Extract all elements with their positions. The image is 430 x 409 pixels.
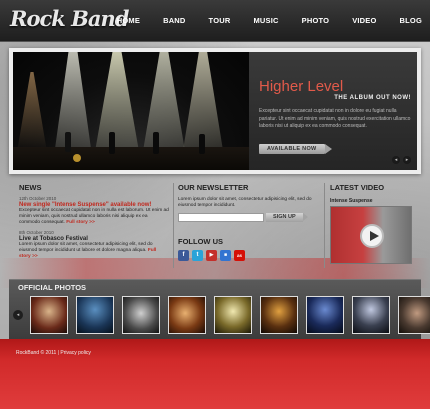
newsletter-text: Lorem ipsum dolor sit amet, consectetur … [178, 197, 312, 208]
video-title[interactable]: Intense Suspense [330, 198, 412, 204]
featured-slider: Higher Level THE ALBUM OUT NOW! Excepteu… [9, 48, 421, 174]
photos-prev-icon[interactable]: ◂ [13, 310, 23, 320]
follow-us-section: FOLLOW US f t ▶ ■ as [178, 237, 245, 261]
photo-thumbnail[interactable] [30, 296, 68, 334]
photo-thumbnail[interactable] [76, 296, 114, 334]
photo-thumbnail[interactable] [168, 296, 206, 334]
photo-thumbnail[interactable] [306, 296, 344, 334]
news-date: 12th October 2010 [19, 196, 57, 201]
photo-thumbnails [30, 296, 430, 334]
newsletter-heading: OUR NEWSLETTER [178, 183, 249, 192]
video-heading: LATEST VIDEO [330, 183, 385, 192]
video-thumbnail[interactable] [330, 206, 412, 264]
lastfm-icon[interactable]: as [234, 250, 245, 261]
slider-arrows: ◂ ▸ [392, 156, 411, 164]
newsletter-email-input[interactable] [178, 213, 264, 222]
full-story-link[interactable]: Full story >> [66, 220, 95, 225]
social-icons: f t ▶ ■ as [178, 250, 245, 261]
facebook-icon[interactable]: f [178, 250, 189, 261]
sign-up-button[interactable]: SIGN UP [266, 213, 308, 222]
slider-prev-icon[interactable]: ◂ [392, 156, 400, 164]
slide-description: Excepteur sint occaecat cupidatat non in… [259, 108, 411, 129]
column-divider [324, 183, 325, 268]
nav-item-blog[interactable]: BLOG [400, 16, 422, 25]
available-now-button[interactable]: AVAILABLE NOW [259, 144, 332, 154]
slider-next-icon[interactable]: ▸ [403, 156, 411, 164]
nav-item-video[interactable]: VIDEO [352, 16, 376, 25]
column-divider [173, 183, 174, 268]
slide-subtitle: THE ALBUM OUT NOW! [334, 95, 411, 101]
delicious-icon[interactable]: ■ [220, 250, 231, 261]
site-logo[interactable]: Rock Band [10, 6, 129, 31]
nav-item-tour[interactable]: TOUR [209, 16, 231, 25]
news-section: NEWS 12th October 2010 New single "Inten… [19, 183, 169, 260]
nav-item-photo[interactable]: PHOTO [302, 16, 330, 25]
slide-caption-panel: Higher Level THE ALBUM OUT NOW! Excepteu… [249, 52, 417, 170]
nav-item-home[interactable]: HOME [117, 16, 140, 25]
photo-thumbnail[interactable] [122, 296, 160, 334]
slide-title: Higher Level [259, 78, 344, 95]
latest-video-section: LATEST VIDEO Intense Suspense [330, 183, 412, 264]
news-body-text: Lorem ipsum dolor sit amet, consectetur … [19, 242, 153, 253]
photo-thumbnail[interactable] [352, 296, 390, 334]
concert-stage-image [13, 52, 249, 170]
main-nav: HOME BAND TOUR MUSIC PHOTO VIDEO BLOG [117, 16, 430, 25]
site-header: Rock Band HOME BAND TOUR MUSIC PHOTO VID… [0, 0, 430, 42]
twitter-icon[interactable]: t [192, 250, 203, 261]
footer-copyright: RockBand © 2011 | Privacy policy [16, 350, 91, 356]
news-body: Excepteur sint occaecat cupidatat non in… [19, 208, 169, 226]
photo-thumbnail[interactable] [398, 296, 430, 334]
news-heading: NEWS [19, 183, 42, 192]
news-body: Lorem ipsum dolor sit amet, consectetur … [19, 242, 169, 260]
official-photos-section: OFFICIAL PHOTOS ◂ ▸ [9, 279, 430, 339]
nav-item-music[interactable]: MUSIC [253, 16, 278, 25]
follow-heading: FOLLOW US [178, 237, 223, 246]
photo-thumbnail[interactable] [214, 296, 252, 334]
news-date: 8th October 2010 [19, 230, 54, 235]
youtube-icon[interactable]: ▶ [206, 250, 217, 261]
play-icon[interactable] [360, 224, 384, 248]
photos-heading: OFFICIAL PHOTOS [18, 283, 87, 292]
newsletter-section: OUR NEWSLETTER Lorem ipsum dolor sit ame… [178, 183, 322, 222]
photo-thumbnail[interactable] [260, 296, 298, 334]
nav-item-band[interactable]: BAND [163, 16, 185, 25]
